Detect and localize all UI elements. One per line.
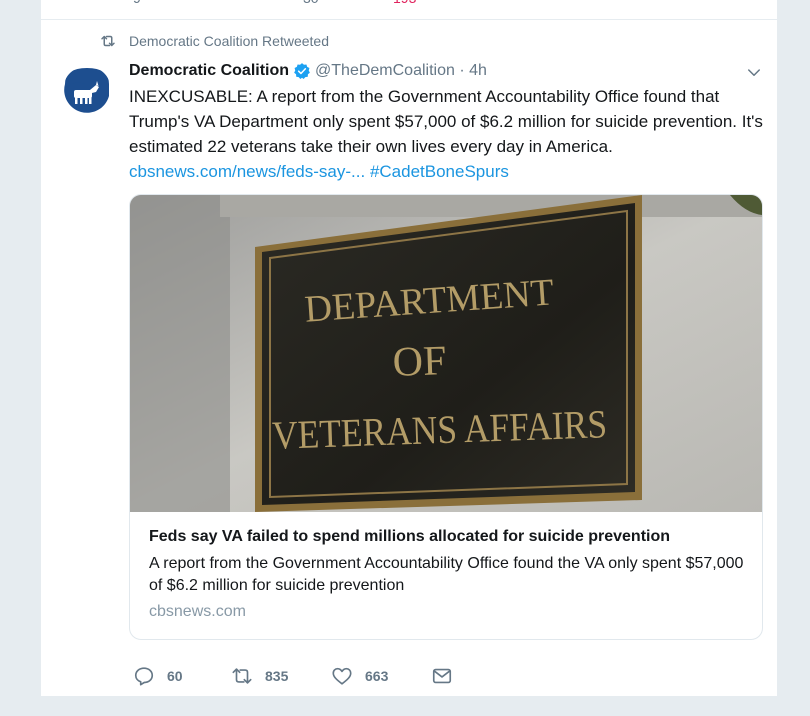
handle-and-timestamp[interactable]: @TheDemCoalition · 4h	[315, 62, 487, 80]
link-preview-card[interactable]: DEPARTMENT OF VETERANS AFFAIRS Feds say …	[129, 194, 763, 640]
verified-icon	[294, 63, 310, 79]
article-image: DEPARTMENT OF VETERANS AFFAIRS	[130, 195, 762, 512]
author-name[interactable]: Democratic Coalition	[129, 62, 289, 80]
previous-retweet-count[interactable]: 30	[303, 0, 319, 6]
card-title: Feds say VA failed to spend millions all…	[149, 528, 671, 545]
reply-button[interactable]: 60	[133, 662, 183, 690]
article-link[interactable]: cbsnews.com/news/feds-say-...	[129, 162, 365, 181]
like-button[interactable]: 663	[331, 662, 388, 690]
retweet-icon	[232, 668, 252, 684]
hashtag-link[interactable]: #CadetBoneSpurs	[370, 162, 509, 181]
tweet-card: 9 30 193 Democratic Coalition Retweeted	[40, 0, 778, 696]
tweet-links: cbsnews.com/news/feds-say-... #CadetBone…	[129, 159, 509, 184]
envelope-icon	[432, 668, 452, 684]
previous-tweet-actions: 9 30 193	[133, 0, 533, 8]
card-domain: cbsnews.com	[149, 603, 246, 620]
reply-icon	[134, 667, 154, 686]
avatar[interactable]	[63, 66, 111, 114]
previous-like-count[interactable]: 193	[393, 0, 416, 6]
retweet-notice-text: Democratic Coalition Retweeted	[129, 33, 329, 49]
tweet-divider	[41, 19, 777, 20]
sign-line-2: OF	[392, 338, 447, 386]
card-text: Feds say VA failed to spend millions all…	[149, 527, 749, 621]
like-count: 663	[365, 668, 389, 684]
reply-count: 60	[167, 668, 183, 684]
retweet-notice[interactable]: Democratic Coalition Retweeted	[99, 31, 329, 51]
tweet-actions: 60 835 663	[133, 662, 733, 690]
tweet-text: INEXCUSABLE: A report from the Governmen…	[129, 87, 763, 156]
heart-icon	[332, 667, 352, 685]
card-description: A report from the Government Accountabil…	[149, 555, 744, 594]
previous-reply-count[interactable]: 9	[133, 0, 141, 6]
retweet-button[interactable]: 835	[231, 662, 288, 690]
retweet-icon	[101, 35, 115, 47]
donkey-logo-icon	[63, 66, 111, 114]
direct-message-button[interactable]	[431, 662, 453, 690]
chevron-down-icon[interactable]	[745, 64, 763, 82]
tweet-header: Democratic Coalition @TheDemCoalition · …	[129, 60, 487, 82]
retweet-count: 835	[265, 668, 289, 684]
